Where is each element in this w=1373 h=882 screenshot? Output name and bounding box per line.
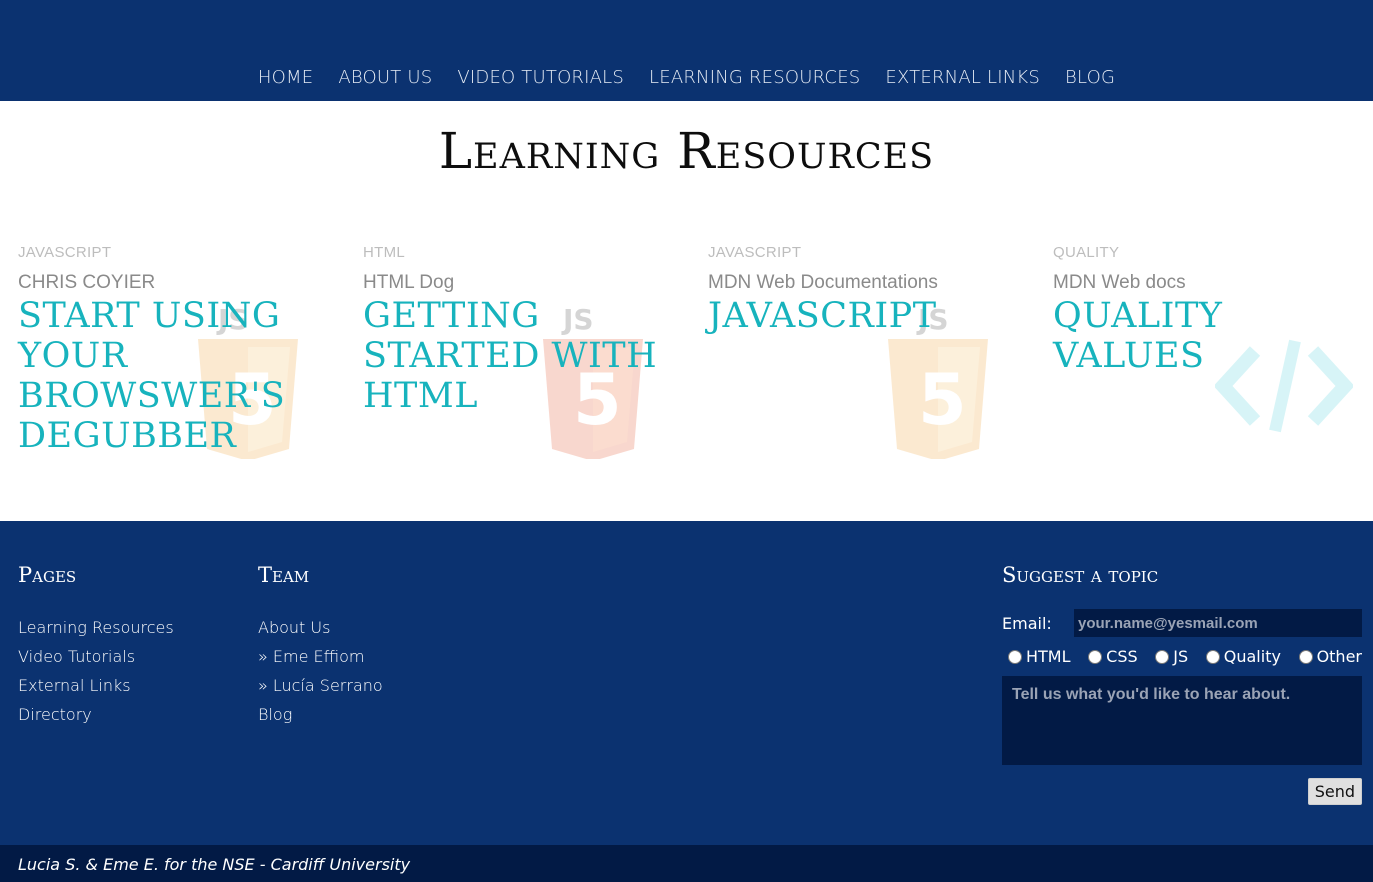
radio-quality-input[interactable] [1205,649,1220,664]
resource-card[interactable]: JS 5 JAVASCRIPT CHRIS COYIER START USING… [18,244,358,484]
footer-link-blog[interactable]: Blog [258,700,383,729]
footer-team-heading: Team [258,563,310,587]
radio-css[interactable]: CSS [1088,647,1138,666]
radio-css-input[interactable] [1088,649,1103,664]
credit-text: Lucia S. & Eme E. for the NSE - Cardiff … [18,855,411,874]
nav-learning-resources[interactable]: LEARNING RESOURCES [649,67,860,88]
send-button[interactable]: Send [1307,778,1362,805]
footer-link-learning-resources[interactable]: Learning Resources [18,613,174,642]
footer-link-eme-effiom[interactable]: » Eme Effiom [258,642,383,671]
radio-js-input[interactable] [1155,649,1170,664]
card-author: MDN Web Documentations [708,272,938,293]
card-category: JAVASCRIPT [708,244,802,261]
radio-css-label: CSS [1106,647,1138,666]
email-label: Email: [1002,613,1052,633]
site-header: HOME ABOUT US VIDEO TUTORIALS LEARNING R… [0,0,1373,101]
card-title[interactable]: GETTING STARTED WITH HTML [363,296,693,416]
radio-other-input[interactable] [1298,649,1313,664]
radio-js[interactable]: JS [1155,647,1188,666]
card-category: JAVASCRIPT [18,244,112,261]
svg-text:5: 5 [918,359,967,441]
radio-html-label: HTML [1026,647,1071,666]
card-category: QUALITY [1053,244,1120,261]
card-category: HTML [363,244,406,261]
footer-team: Team About Us » Eme Effiom » Lucía Serra… [258,563,383,729]
footer-pages: Pages Learning Resources Video Tutorials… [18,563,174,729]
card-title[interactable]: QUALITY VALUES [1053,296,1363,376]
card-author: HTML Dog [363,272,455,293]
suggest-topic-form: Suggest a topic Email: HTML CSS JS Quali… [1002,563,1362,805]
footer-link-external-links[interactable]: External Links [18,671,174,700]
radio-quality-label: Quality [1223,647,1281,666]
resource-card[interactable]: QUALITY MDN Web docs QUALITY VALUES [1053,244,1368,484]
resource-card[interactable]: JS 5 HTML HTML Dog GETTING STARTED WITH … [363,244,703,484]
nav-home[interactable]: HOME [258,67,313,88]
radio-html-input[interactable] [1008,649,1022,664]
card-title[interactable]: START USING YOUR BROWSWER'S DEGUBBER [18,296,348,456]
radio-other[interactable]: Other [1298,647,1362,666]
nav-external-links[interactable]: EXTERNAL LINKS [885,67,1040,88]
credit-bar: Lucia S. & Eme E. for the NSE - Cardiff … [0,845,1373,882]
email-input[interactable] [1074,609,1362,637]
radio-other-label: Other [1316,647,1362,666]
card-title[interactable]: JAVASCRIPT [708,296,1038,336]
radio-html[interactable]: HTML [1008,647,1071,666]
radio-js-label: JS [1173,647,1189,666]
main-nav: HOME ABOUT US VIDEO TUTORIALS LEARNING R… [0,67,1373,88]
footer-link-about-us[interactable]: About Us [258,613,383,642]
message-textarea[interactable] [1002,676,1362,765]
footer-pages-heading: Pages [18,563,77,587]
topic-radio-group: HTML CSS JS Quality Other [1002,647,1362,666]
nav-blog[interactable]: BLOG [1065,67,1115,88]
footer-link-directory[interactable]: Directory [18,700,174,729]
page-title: Learning Resources [438,122,935,180]
footer-link-video-tutorials[interactable]: Video Tutorials [18,642,174,671]
card-author: MDN Web docs [1053,272,1186,293]
email-row: Email: [1002,609,1362,637]
resource-card[interactable]: JS 5 JAVASCRIPT MDN Web Documentations J… [708,244,1048,484]
suggest-heading: Suggest a topic [1002,563,1159,587]
nav-video-tutorials[interactable]: VIDEO TUTORIALS [457,67,624,88]
card-author: CHRIS COYIER [18,272,156,293]
nav-about-us[interactable]: ABOUT US [338,67,432,88]
radio-quality[interactable]: Quality [1205,647,1281,666]
footer-link-lucia-serrano[interactable]: » Lucía Serrano [258,671,383,700]
site-footer: Pages Learning Resources Video Tutorials… [0,521,1373,845]
